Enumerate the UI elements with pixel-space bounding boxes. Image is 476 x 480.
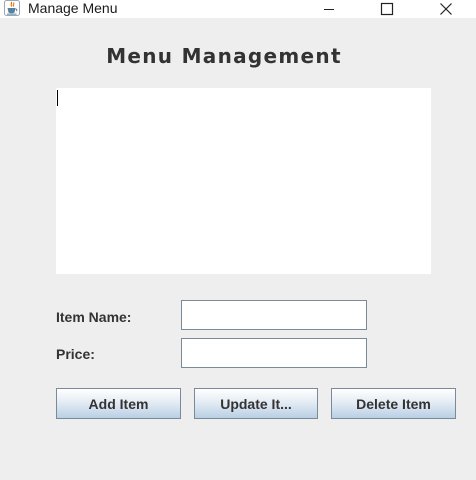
page-title: Menu Management: [106, 44, 342, 68]
title-bar: Manage Menu: [0, 0, 476, 18]
update-item-button[interactable]: Update It...: [194, 388, 318, 419]
close-button[interactable]: [423, 0, 469, 18]
menu-list-area[interactable]: [56, 88, 431, 274]
maximize-icon: [380, 2, 394, 16]
item-name-label: Item Name:: [56, 309, 132, 325]
close-icon: [440, 3, 452, 15]
minimize-icon: [324, 9, 334, 10]
price-field[interactable]: [181, 338, 367, 368]
maximize-button[interactable]: [364, 0, 410, 18]
window-title: Manage Menu: [28, 0, 118, 16]
java-cup-icon[interactable]: [4, 0, 20, 16]
delete-item-button[interactable]: Delete Item: [331, 388, 456, 419]
text-caret: [57, 90, 58, 106]
price-label: Price:: [56, 346, 95, 362]
minimize-button[interactable]: [306, 0, 352, 18]
item-name-field[interactable]: [181, 300, 367, 330]
add-item-button[interactable]: Add Item: [56, 388, 181, 419]
